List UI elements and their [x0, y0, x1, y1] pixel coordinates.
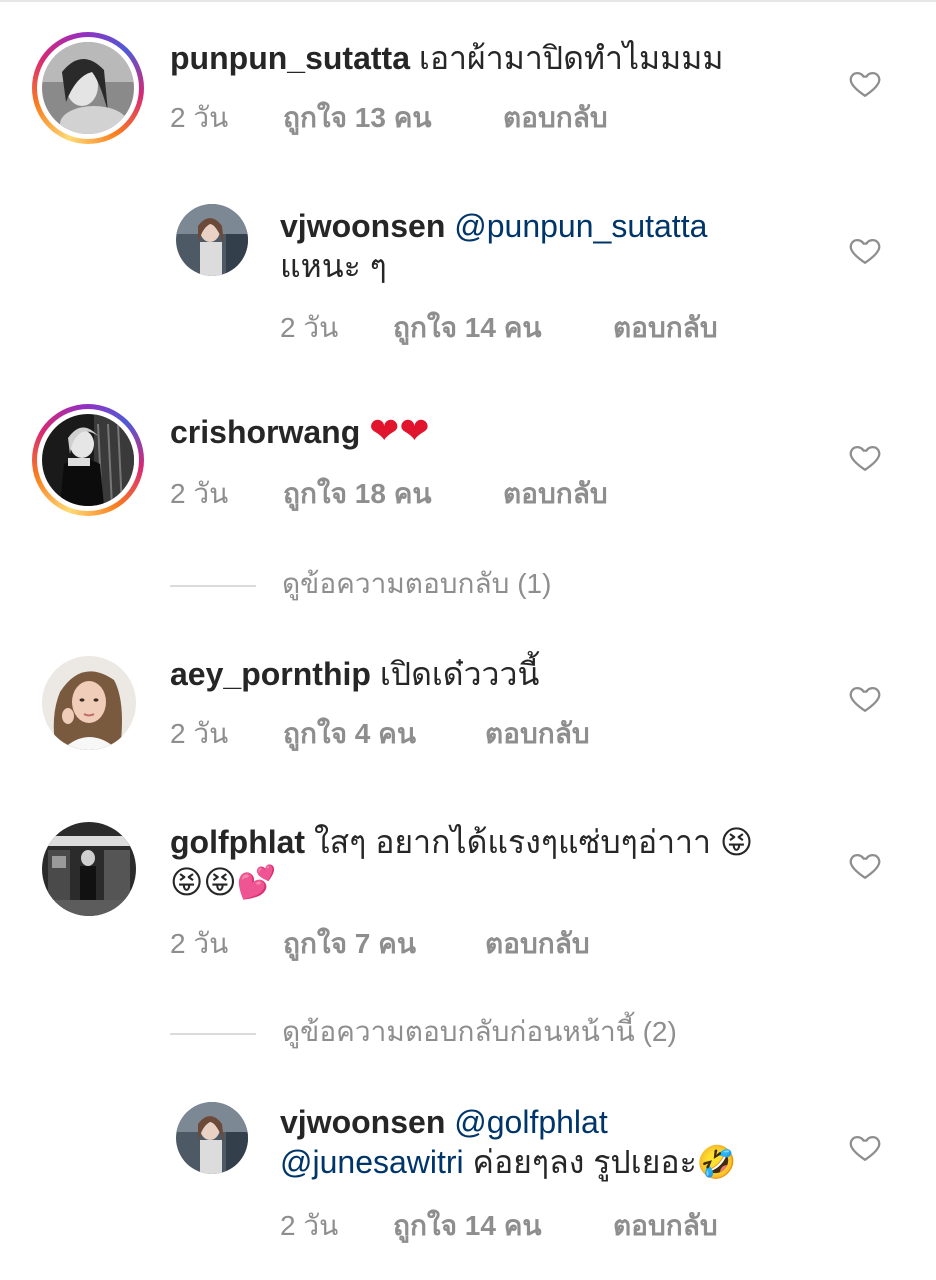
reply-button[interactable]: ตอบกลับ: [503, 472, 608, 516]
comment-likes[interactable]: ถูกใจ 4 คน: [283, 712, 485, 756]
avatar[interactable]: [176, 204, 248, 276]
comment-username[interactable]: aey_pornthip: [170, 656, 371, 692]
comment-body: เอาผ้ามาปิดทำไมมมม: [418, 40, 724, 76]
comment-username[interactable]: golfphlat: [170, 824, 305, 860]
comment-text: punpun_sutatta เอาผ้ามาปิดทำไมมมม: [170, 38, 723, 78]
avatar-story-ring[interactable]: [32, 404, 144, 516]
comment-time: 2 วัน: [280, 1210, 339, 1241]
comment-meta: 2 วัน ถูกใจ 7 คน ตอบกลับ: [170, 922, 590, 966]
reply-button[interactable]: ตอบกลับ: [613, 1204, 718, 1248]
avatar-story-ring[interactable]: [32, 32, 144, 144]
view-replies-button[interactable]: ดูข้อความตอบกลับ (1): [170, 562, 551, 606]
comment-body: เปิดเด๋วววนี้: [379, 656, 540, 692]
comment-meta: 2 วัน ถูกใจ 14 คน ตอบกลับ: [280, 306, 718, 350]
comment-text: golfphlat ใสๆ อยากได้แรงๆแซ่บๆอ่าาา 😝 😝😝…: [170, 822, 830, 902]
comment-time: 2 วัน: [170, 478, 229, 509]
comment-likes[interactable]: ถูกใจ 14 คน: [393, 306, 613, 350]
comment-meta: 2 วัน ถูกใจ 13 คน ตอบกลับ: [170, 96, 608, 140]
comment-body: ค่อยๆลง รูปเยอะ🤣: [472, 1144, 737, 1180]
view-previous-replies-button[interactable]: ดูข้อความตอบกลับก่อนหน้านี้ (2): [170, 1010, 677, 1054]
comment-text: vjwoonsen @punpun_sutatta แหนะ ๆ: [280, 206, 780, 286]
heart-outline-icon[interactable]: [848, 1130, 882, 1164]
comment-likes[interactable]: ถูกใจ 7 คน: [283, 922, 485, 966]
comment-time: 2 วัน: [170, 102, 229, 133]
avatar[interactable]: [42, 656, 136, 750]
comment-time: 2 วัน: [280, 312, 339, 343]
comments-page: punpun_sutatta เอาผ้ามาปิดทำไมมมม 2 วันถ…: [0, 0, 936, 1280]
comment-username[interactable]: vjwoonsen: [280, 208, 445, 244]
comment-meta: 2 วัน ถูกใจ 14 คน ตอบกลับ: [280, 1204, 718, 1248]
avatar: [42, 414, 134, 506]
reply-button[interactable]: ตอบกลับ: [485, 922, 590, 966]
heart-outline-icon[interactable]: [848, 848, 882, 882]
comment-likes[interactable]: ถูกใจ 18 คน: [283, 472, 503, 516]
comment-meta: 2 วัน ถูกใจ 4 คน ตอบกลับ: [170, 712, 590, 756]
comment-body: ใสๆ อยากได้แรงๆแซ่บๆอ่าาา 😝: [313, 824, 754, 860]
top-divider: [0, 0, 936, 2]
view-replies-label: ดูข้อความตอบกลับก่อนหน้านี้ (2): [282, 1016, 677, 1047]
heart-outline-icon[interactable]: [848, 233, 882, 267]
comment-text: vjwoonsen @golfphlat @junesawitri ค่อยๆล…: [280, 1102, 820, 1182]
mention-link[interactable]: @junesawitri: [280, 1144, 464, 1180]
comment-likes[interactable]: ถูกใจ 13 คน: [283, 96, 503, 140]
view-replies-label: ดูข้อความตอบกลับ (1): [282, 568, 552, 599]
comment-username[interactable]: punpun_sutatta: [170, 40, 410, 76]
comment-text: crishorwang ❤❤: [170, 412, 429, 452]
avatar: [42, 42, 134, 134]
mention-link[interactable]: @punpun_sutatta: [454, 208, 707, 244]
heart-outline-icon[interactable]: [848, 66, 882, 100]
comment-body: ❤❤: [369, 411, 430, 452]
mention-link[interactable]: @golfphlat: [454, 1104, 607, 1140]
reply-button[interactable]: ตอบกลับ: [485, 712, 590, 756]
divider-line: [170, 584, 256, 587]
comment-username[interactable]: crishorwang: [170, 414, 360, 450]
comment-body: แหนะ ๆ: [280, 248, 387, 284]
heart-outline-icon[interactable]: [848, 440, 882, 474]
heart-outline-icon[interactable]: [848, 681, 882, 715]
comment-time: 2 วัน: [170, 718, 229, 749]
comment-meta: 2 วัน ถูกใจ 18 คน ตอบกลับ: [170, 472, 608, 516]
comment-username[interactable]: vjwoonsen: [280, 1104, 445, 1140]
comment-time: 2 วัน: [170, 928, 229, 959]
comment-text: aey_pornthip เปิดเด๋วววนี้: [170, 654, 539, 694]
divider-line: [170, 1032, 256, 1035]
avatar[interactable]: [42, 822, 136, 916]
avatar[interactable]: [176, 1102, 248, 1174]
reply-button[interactable]: ตอบกลับ: [613, 306, 718, 350]
comment-likes[interactable]: ถูกใจ 14 คน: [393, 1204, 613, 1248]
reply-button[interactable]: ตอบกลับ: [503, 96, 608, 140]
comment-body-line2: 😝😝💕: [170, 863, 277, 901]
